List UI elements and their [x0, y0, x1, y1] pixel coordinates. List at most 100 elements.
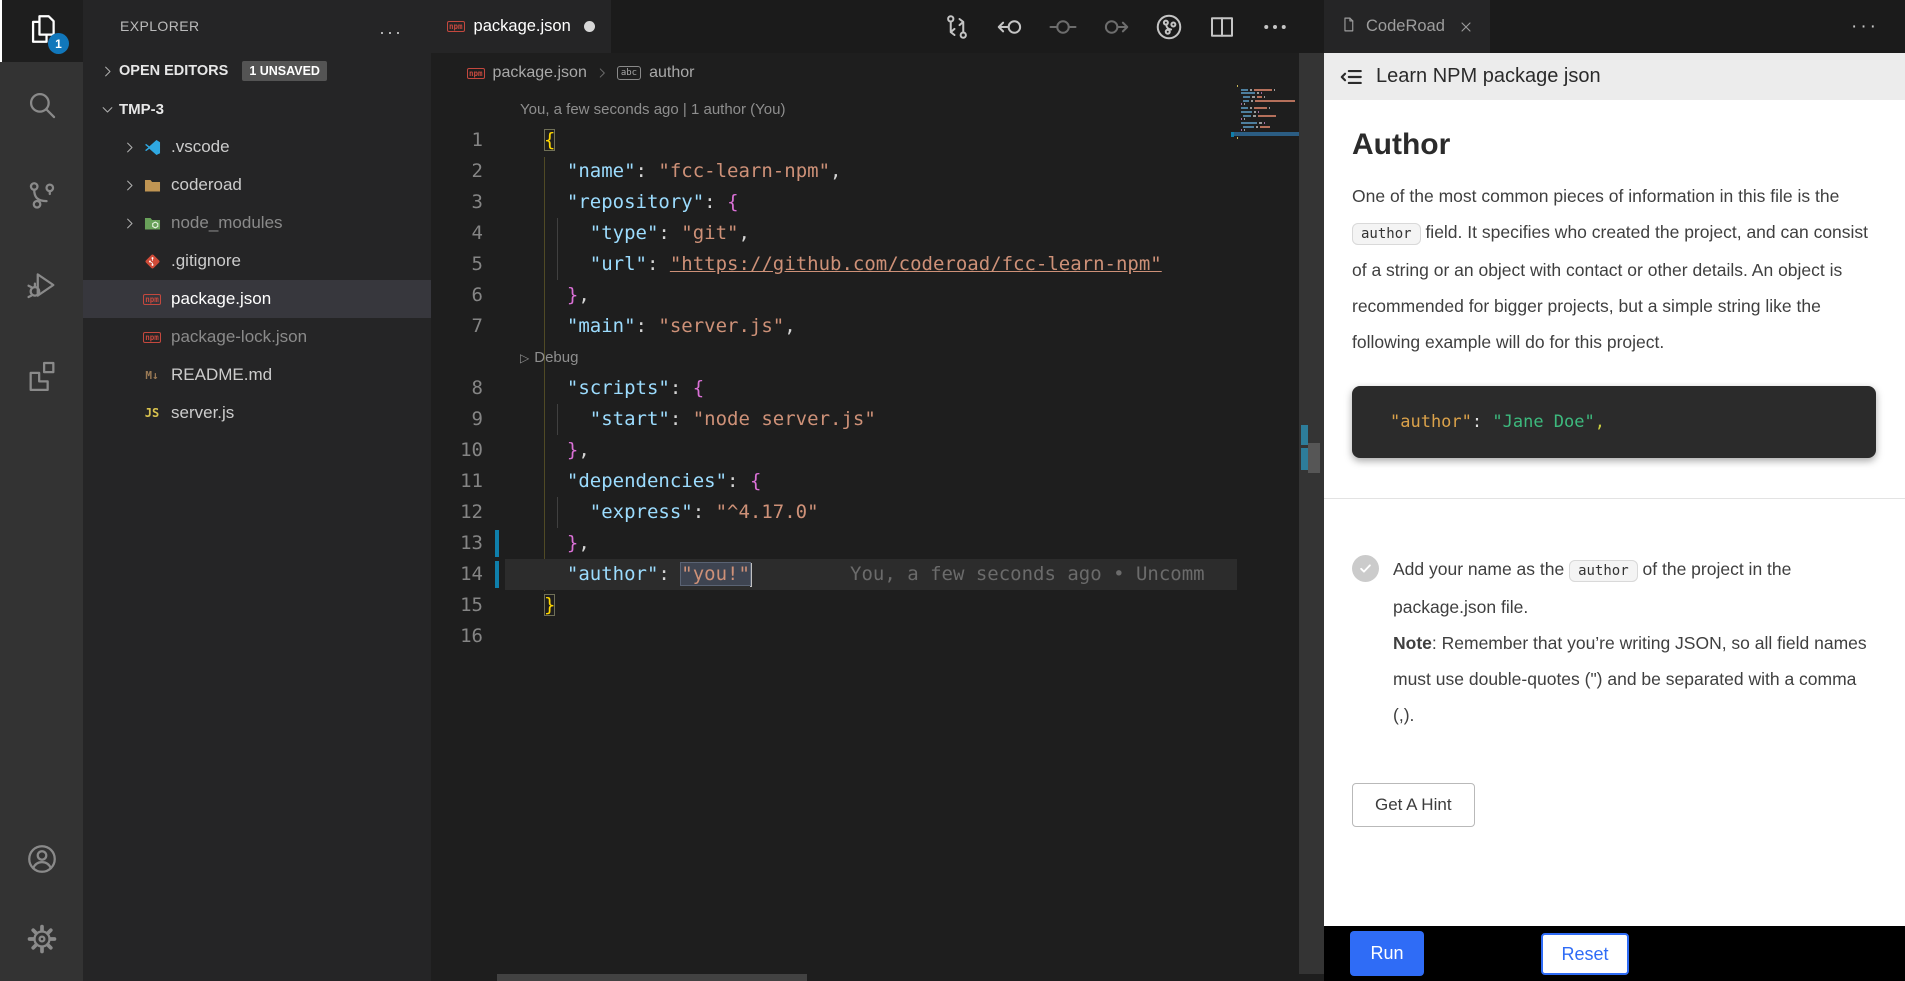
- tab-package-json[interactable]: npm package.json: [431, 0, 611, 53]
- sidebar-item-extensions[interactable]: [0, 332, 83, 422]
- inline-code-chip: author: [1569, 560, 1638, 582]
- overview-ruler-scrollbar[interactable]: [1299, 53, 1324, 974]
- file-label: server.js: [171, 403, 234, 423]
- editor-gutter: 12345678910111213141516: [431, 94, 505, 652]
- tree-item-package.json[interactable]: npmpackage.json: [83, 280, 431, 318]
- code-token: "git": [681, 222, 738, 244]
- code-line-12[interactable]: "express": "^4.17.0": [505, 497, 1237, 528]
- code-line-13[interactable]: },: [505, 528, 1237, 559]
- editor-group: npm package.json npm package.json abc au…: [431, 0, 1324, 981]
- sidebar-item-run-debug[interactable]: [0, 242, 83, 332]
- code-line-2[interactable]: "name": "fcc-learn-npm",: [505, 156, 1237, 187]
- breadcrumb-file[interactable]: package.json: [493, 64, 587, 82]
- code-token: :: [704, 191, 727, 213]
- tutorial-nav-icon[interactable]: [1338, 64, 1364, 90]
- breadcrumb-symbol[interactable]: author: [649, 64, 694, 82]
- minimap-current-line: [1233, 132, 1303, 136]
- codelens-authors[interactable]: You, a few seconds ago | 1 author (You): [505, 94, 1237, 125]
- indent-guide: [557, 404, 558, 435]
- inline-blame: You, a few seconds ago • Uncomm: [850, 559, 1205, 590]
- code-editor[interactable]: 12345678910111213141516 You, a few secon…: [431, 94, 1237, 652]
- code-line-8[interactable]: "scripts": {: [505, 373, 1237, 404]
- code-line-1[interactable]: {: [505, 125, 1237, 156]
- git-icon: [141, 251, 163, 271]
- npm-icon: npm: [141, 289, 163, 309]
- line-number: 13: [431, 528, 505, 559]
- minimap-line: [1237, 122, 1299, 124]
- code-line-14[interactable]: "author": "you!"You, a few seconds ago •…: [505, 559, 1237, 590]
- compare-changes-icon[interactable]: [942, 12, 972, 42]
- step-back-icon[interactable]: [995, 12, 1025, 42]
- tree-item-node_modules[interactable]: node_modules: [83, 204, 431, 242]
- run-button[interactable]: Run: [1350, 931, 1424, 976]
- chevron-spacer: [117, 289, 141, 309]
- minimap-line: [1237, 100, 1299, 102]
- record-icon[interactable]: [1048, 12, 1078, 42]
- get-a-hint-button[interactable]: Get A Hint: [1352, 783, 1475, 827]
- gutter-spacer: [431, 342, 505, 373]
- settings-gear-icon: [25, 922, 59, 961]
- coderoad-panel: CodeRoad ··· Learn NPM package json Auth…: [1324, 0, 1905, 981]
- code-line-9[interactable]: "start": "node server.js": [505, 404, 1237, 435]
- code-line-7[interactable]: "main": "server.js",: [505, 311, 1237, 342]
- code-line-10[interactable]: },: [505, 435, 1237, 466]
- minimap-line: [1237, 89, 1299, 91]
- code-token: ,: [784, 315, 795, 337]
- panel-tab-bar: CodeRoad: [1324, 0, 1905, 53]
- code-line-3[interactable]: "repository": {: [505, 187, 1237, 218]
- code-line-15[interactable]: }: [505, 590, 1237, 621]
- minimap-line: [1237, 137, 1299, 139]
- horizontal-scrollbar-thumb[interactable]: [497, 974, 807, 981]
- more-actions-icon[interactable]: [1260, 12, 1290, 42]
- open-editors-section[interactable]: OPEN EDITORS 1 UNSAVED: [83, 52, 431, 90]
- tab-coderoad[interactable]: CodeRoad: [1324, 0, 1490, 53]
- code-line-5[interactable]: "url": "https://github.com/coderoad/fcc-…: [505, 249, 1237, 280]
- code-token: "name": [567, 160, 636, 182]
- code-token: "start": [590, 408, 670, 430]
- code-token: "repository": [567, 191, 704, 213]
- code-token: "type": [590, 222, 659, 244]
- modified-dot-icon[interactable]: [584, 21, 595, 32]
- sidebar-item-search[interactable]: [0, 62, 83, 152]
- codelens-debug[interactable]: ▷Debug: [505, 342, 1237, 373]
- sidebar-item-explorer[interactable]: 1: [0, 0, 83, 62]
- reset-button[interactable]: Reset: [1541, 933, 1629, 975]
- scrollbar-thumb[interactable]: [1308, 443, 1320, 473]
- explorer-more-actions[interactable]: ···: [379, 22, 403, 43]
- chevron-spacer: [117, 403, 141, 423]
- panel-more-actions[interactable]: ···: [1851, 16, 1879, 38]
- indent-guide: [557, 249, 558, 280]
- code-token: [544, 532, 567, 554]
- chevron-right-icon: [95, 61, 119, 81]
- run-tutorial-icon[interactable]: [1154, 12, 1184, 42]
- breadcrumb[interactable]: npm package.json abc author: [431, 53, 1324, 93]
- split-editor-icon[interactable]: [1207, 12, 1237, 42]
- chevron-spacer: [117, 365, 141, 385]
- code-line-6[interactable]: },: [505, 280, 1237, 311]
- step-forward-icon[interactable]: [1101, 12, 1131, 42]
- settings-gear-button[interactable]: [0, 901, 83, 981]
- code-line-11[interactable]: "dependencies": {: [505, 466, 1237, 497]
- workspace-root-folder[interactable]: TMP-3: [83, 90, 431, 128]
- close-icon[interactable]: [1458, 19, 1474, 35]
- code-token: }: [567, 532, 578, 554]
- tree-item-server.js[interactable]: JSserver.js: [83, 394, 431, 432]
- tree-item-.vscode[interactable]: .vscode: [83, 128, 431, 166]
- tree-item-.gitignore[interactable]: .gitignore: [83, 242, 431, 280]
- text-run: : Remember that you’re writing JSON, so …: [1393, 633, 1867, 725]
- sidebar-item-source-control[interactable]: [0, 152, 83, 242]
- chevron-spacer: [117, 251, 141, 271]
- minimap-line: [1237, 115, 1299, 117]
- abc-icon: abc: [617, 66, 641, 80]
- code-lines[interactable]: You, a few seconds ago | 1 author (You){…: [505, 94, 1237, 652]
- extensions-icon: [25, 358, 59, 397]
- code-line-4[interactable]: "type": "git",: [505, 218, 1237, 249]
- activity-bar: 1: [0, 0, 83, 981]
- tree-item-coderoad[interactable]: coderoad: [83, 166, 431, 204]
- minimap[interactable]: [1237, 85, 1299, 155]
- code-line-16[interactable]: [505, 621, 1237, 652]
- tree-item-package-lock.json[interactable]: npmpackage-lock.json: [83, 318, 431, 356]
- account-button[interactable]: [0, 821, 83, 901]
- code-token: :: [727, 470, 750, 492]
- tree-item-README.md[interactable]: M↓README.md: [83, 356, 431, 394]
